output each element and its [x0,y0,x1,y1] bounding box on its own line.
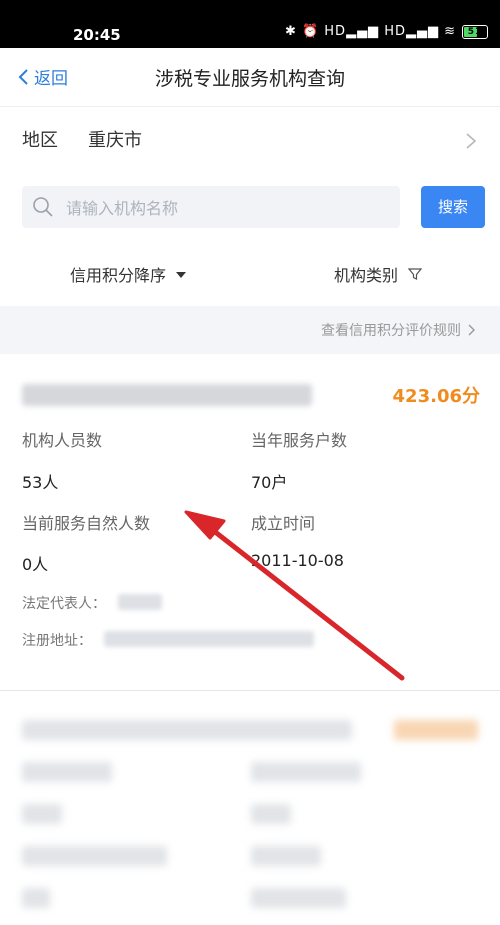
rules-link[interactable]: 查看信用积分评价规则 [321,320,476,340]
page-title: 涉税专业服务机构查询 [154,68,345,90]
field-redacted [22,888,50,908]
staff-count-label: 机构人员数 [22,431,103,450]
field-redacted [251,888,346,908]
signal-icons: ✱ ⏰ HD▂▄▆ HD▂▄▆ ≋ [284,24,456,39]
credit-score: 423.06分 [392,386,480,407]
region-selector[interactable]: 地区 重庆市 [0,106,500,168]
category-label: 机构类别 [334,266,399,285]
org-card-blurred[interactable] [0,690,500,925]
org-name-redacted [22,384,312,406]
natural-persons-value: 0人 [22,555,49,574]
rules-link-label: 查看信用积分评价规则 [321,323,461,339]
status-bar: 20:45 ✱ ⏰ HD▂▄▆ HD▂▄▆ ≋ 51 [0,0,500,48]
legal-rep-label: 法定代表人： [22,596,106,612]
search-input[interactable] [64,186,398,230]
org-card[interactable]: 423.06分 机构人员数 当年服务户数 53人 70户 当前服务自然人数 成立… [0,354,500,691]
field-redacted [251,762,361,782]
region-label: 地区 [22,130,58,151]
search-box [22,186,400,230]
search-icon [33,197,53,217]
field-redacted [22,846,167,866]
founded-label: 成立时间 [251,514,316,533]
address-label: 注册地址： [22,633,92,649]
field-redacted [251,804,291,824]
battery-level: 51 [467,26,483,37]
filter-icon [408,268,423,280]
category-filter[interactable]: 机构类别 [334,262,423,286]
caret-down-icon [176,272,187,278]
field-redacted [22,804,62,824]
org-name-redacted [22,720,352,740]
sort-label: 信用积分降序 [70,266,167,285]
status-time: 20:45 [73,26,121,44]
address-redacted [104,631,314,647]
field-redacted [251,846,321,866]
region-value: 重庆市 [88,130,142,151]
founded-value: 2011-10-08 [251,551,344,570]
natural-persons-label: 当前服务自然人数 [22,514,151,533]
sort-dropdown[interactable]: 信用积分降序 [70,262,187,286]
field-redacted [22,762,112,782]
credit-score-redacted [394,720,478,740]
chevron-right-icon [468,324,475,336]
search-button[interactable]: 搜索 [421,186,485,228]
rules-bar: 查看信用积分评价规则 [0,306,500,354]
chevron-right-icon [466,133,477,149]
nav-bar: 返回 涉税专业服务机构查询 [0,48,500,107]
staff-count-value: 53人 [22,473,59,492]
clients-count-value: 70户 [251,473,288,492]
legal-rep-redacted [118,594,162,610]
clients-count-label: 当年服务户数 [251,431,348,450]
battery-icon: 51 [462,24,488,39]
status-icons: ✱ ⏰ HD▂▄▆ HD▂▄▆ ≋ 51 [285,24,488,39]
